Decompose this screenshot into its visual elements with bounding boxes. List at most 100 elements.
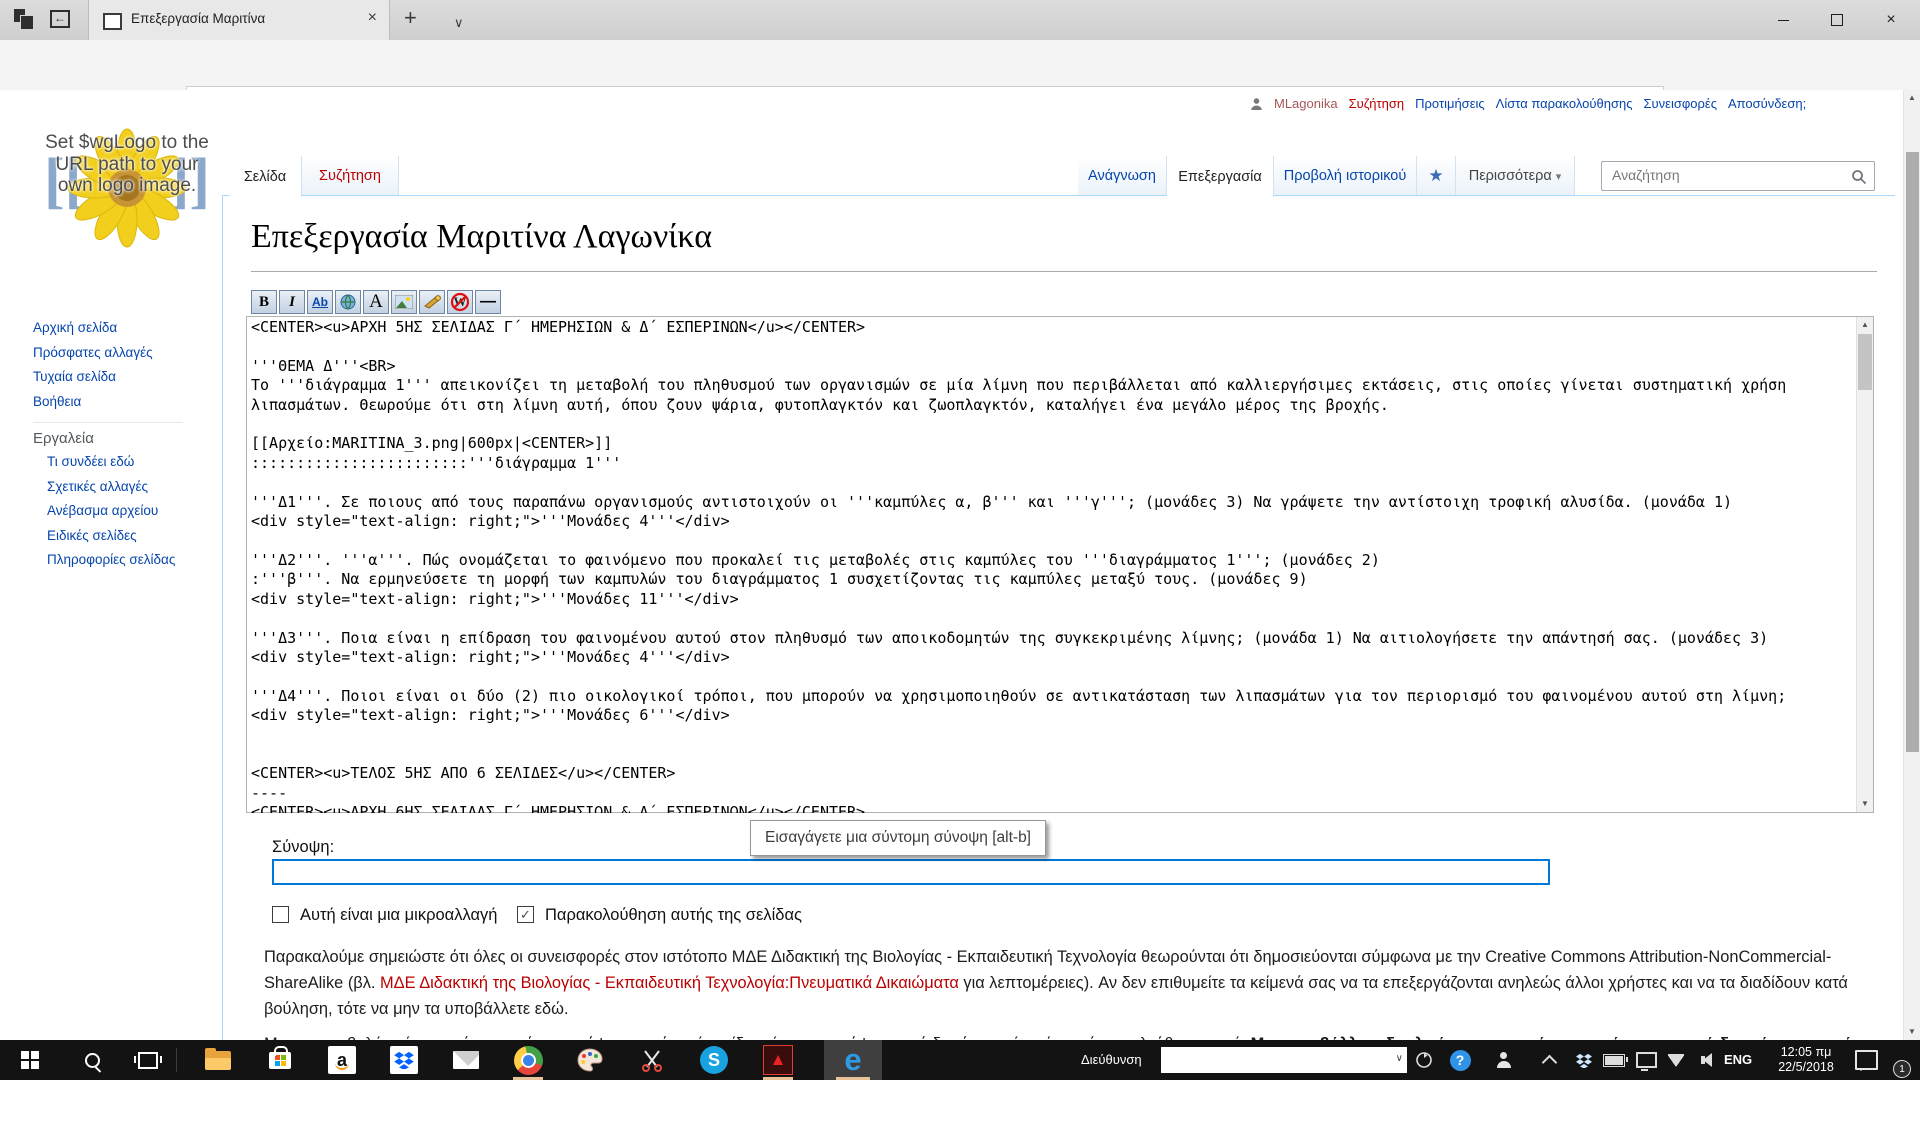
page-scrollbar[interactable]: ▲ ▼ <box>1903 90 1920 1040</box>
snipping-tool-button[interactable] <box>630 1040 674 1080</box>
watch-page-checkbox[interactable]: ✓ <box>517 906 534 923</box>
scroll-up-icon[interactable]: ▲ <box>1857 317 1873 333</box>
internal-link-button[interactable]: Ab <box>307 290 333 314</box>
help-tray-button[interactable]: ? <box>1446 1040 1474 1080</box>
editor-scrollbar[interactable]: ▲ ▼ <box>1856 317 1873 812</box>
watchlist-link[interactable]: Λίστα παρακολούθησης <box>1496 96 1633 111</box>
address-input-chevron-icon[interactable]: ∨ <box>1396 1053 1403 1064</box>
tab-edit[interactable]: Επεξεργασία <box>1167 156 1274 197</box>
sidebar-link-pageinfo[interactable]: Πληροφορίες σελίδας <box>47 552 175 567</box>
tab-talk[interactable]: Συζήτηση <box>302 156 399 196</box>
sidebar-item-randompage[interactable]: Τυχαία σελίδα <box>33 369 153 394</box>
file-explorer-button[interactable] <box>196 1040 240 1080</box>
new-tab-button[interactable]: + <box>404 8 417 28</box>
preferences-link[interactable]: Προτιμήσεις <box>1415 96 1485 111</box>
minor-edit-checkbox[interactable] <box>272 906 289 923</box>
username-link[interactable]: MLagonika <box>1274 96 1338 111</box>
chrome-button[interactable] <box>506 1040 550 1080</box>
start-button[interactable] <box>8 1040 52 1080</box>
tab-history-label[interactable]: Προβολή ιστορικού <box>1284 168 1407 184</box>
italic-button[interactable]: I <box>279 290 305 314</box>
people-tray-button[interactable] <box>1490 1040 1518 1080</box>
sidebar-divider <box>33 422 183 423</box>
microsoft-store-button[interactable] <box>258 1040 302 1080</box>
sidebar-link-specialpages[interactable]: Ειδικές σελίδες <box>47 528 137 543</box>
skype-button[interactable]: S <box>692 1040 736 1080</box>
paint-button[interactable] <box>568 1040 612 1080</box>
tab-read-label[interactable]: Ανάγνωση <box>1088 168 1156 184</box>
amazon-button[interactable]: a <box>320 1040 364 1080</box>
media-file-link-button[interactable] <box>419 290 445 314</box>
network-tray-button[interactable] <box>1662 1040 1690 1080</box>
sidebar-item-help[interactable]: Βοήθεια <box>33 394 153 419</box>
language-indicator[interactable]: ENG <box>1724 1052 1752 1067</box>
sidebar-link-relatedchanges[interactable]: Σχετικές αλλαγές <box>47 479 148 494</box>
browser-tab[interactable]: Επεξεργασία Μαριτίνα × <box>88 0 390 40</box>
sidebar-item-upload[interactable]: Ανέβασμα αρχείου <box>47 503 175 528</box>
sidebar-item-specialpages[interactable]: Ειδικές σελίδες <box>47 528 175 553</box>
embedded-image-button[interactable] <box>391 290 417 314</box>
logout-link[interactable]: Αποσύνδεση; <box>1728 96 1806 111</box>
sidebar-item-relatedchanges[interactable]: Σχετικές αλλαγές <box>47 479 175 504</box>
hidden-icons-button[interactable] <box>1535 1040 1563 1080</box>
sidebar-item-pageinfo[interactable]: Πληροφορίες σελίδας <box>47 552 175 577</box>
search-input[interactable] <box>1610 166 1844 184</box>
headline-button[interactable]: A <box>363 290 389 314</box>
tab-preview-icon[interactable] <box>14 9 34 29</box>
sidebar-link-help[interactable]: Βοήθεια <box>33 394 81 409</box>
taskbar-clock[interactable]: 12:05 πμ 22/5/2018 <box>1766 1045 1846 1075</box>
action-center-button[interactable] <box>1852 1040 1880 1080</box>
page-scrollbar-thumb[interactable] <box>1906 152 1919 752</box>
wiki-search-box[interactable] <box>1601 161 1875 191</box>
tab-history[interactable]: Προβολή ιστορικού <box>1274 156 1417 196</box>
dropbox-button[interactable] <box>382 1040 426 1080</box>
sidebar-link-randompage[interactable]: Τυχαία σελίδα <box>33 369 116 384</box>
window-maximize-button[interactable] <box>1810 0 1864 40</box>
sidebar-link-upload[interactable]: Ανέβασμα αρχείου <box>47 503 158 518</box>
page-scroll-down-icon[interactable]: ▼ <box>1904 1024 1920 1040</box>
sidebar-item-mainpage[interactable]: Αρχική σελίδα <box>33 320 153 345</box>
display-tray-button[interactable] <box>1632 1040 1660 1080</box>
edge-button[interactable]: e <box>831 1040 875 1080</box>
external-link-button[interactable] <box>335 290 361 314</box>
sidebar-link-recentchanges[interactable]: Πρόσφατες αλλαγές <box>33 345 153 360</box>
tab-watch-star[interactable]: ★ <box>1417 156 1456 196</box>
contributions-link[interactable]: Συνεισφορές <box>1644 96 1717 111</box>
battery-tray-button[interactable] <box>1600 1040 1628 1080</box>
title-rule <box>251 271 1877 272</box>
set-tabs-aside-icon[interactable]: ← <box>50 10 70 28</box>
user-talk-link[interactable]: Συζήτηση <box>1349 96 1405 111</box>
window-close-button[interactable]: × <box>1864 0 1918 40</box>
tab-more-menu[interactable]: Περισσότερα ▾ <box>1456 156 1575 196</box>
sidebar-item-whatlinkshere[interactable]: Τι συνδέει εδώ <box>47 454 175 479</box>
tab-talk-label[interactable]: Συζήτηση <box>319 168 381 184</box>
tab-read[interactable]: Ανάγνωση <box>1078 156 1167 196</box>
tab-close-icon[interactable]: × <box>368 9 377 27</box>
wiki-logo[interactable]: [[ ]] Set $wgLogo to the URL path to you… <box>42 118 212 278</box>
copyright-page-link[interactable]: ΜΔΕ Διδακτική της Βιολογίας - Εκπαιδευτι… <box>380 974 959 992</box>
task-view-button[interactable] <box>126 1040 170 1080</box>
mail-button[interactable] <box>444 1040 488 1080</box>
nowiki-button[interactable]: W <box>447 290 473 314</box>
tab-list-chevron-icon[interactable]: ∨ <box>454 13 464 33</box>
address-go-button[interactable] <box>1410 1040 1438 1080</box>
sidebar-item-recentchanges[interactable]: Πρόσφατες αλλαγές <box>33 345 153 370</box>
summary-input[interactable] <box>272 859 1550 885</box>
horizontal-rule-button[interactable]: — <box>475 290 501 314</box>
window-minimize-button[interactable] <box>1756 0 1810 40</box>
volume-tray-button[interactable] <box>1690 1040 1718 1080</box>
scroll-down-icon[interactable]: ▼ <box>1857 796 1873 812</box>
sidebar-link-mainpage[interactable]: Αρχική σελίδα <box>33 320 117 335</box>
taskbar-search-button[interactable] <box>70 1040 114 1080</box>
tab-page[interactable]: Σελίδα <box>229 156 302 197</box>
wikitext-content[interactable]: <CENTER><u>ΑΡΧΗ 5ΗΣ ΣΕΛΙΔΑΣ Γ΄ ΗΜΕΡΗΣΙΩΝ… <box>251 317 1841 813</box>
dropbox-tray-button[interactable] <box>1570 1040 1598 1080</box>
edit-textarea[interactable]: <CENTER><u>ΑΡΧΗ 5ΗΣ ΣΕΛΙΔΑΣ Γ΄ ΗΜΕΡΗΣΙΩΝ… <box>246 316 1874 813</box>
bold-button[interactable]: B <box>251 290 277 314</box>
address-toolbar-input[interactable]: ∨ <box>1161 1047 1407 1073</box>
search-icon[interactable] <box>1851 169 1867 185</box>
page-scroll-up-icon[interactable]: ▲ <box>1904 90 1920 106</box>
sidebar-link-whatlinkshere[interactable]: Τι συνδέει εδώ <box>47 454 134 469</box>
acrobat-button[interactable]: ▲ <box>756 1040 800 1080</box>
editor-scrollbar-thumb[interactable] <box>1858 334 1872 390</box>
